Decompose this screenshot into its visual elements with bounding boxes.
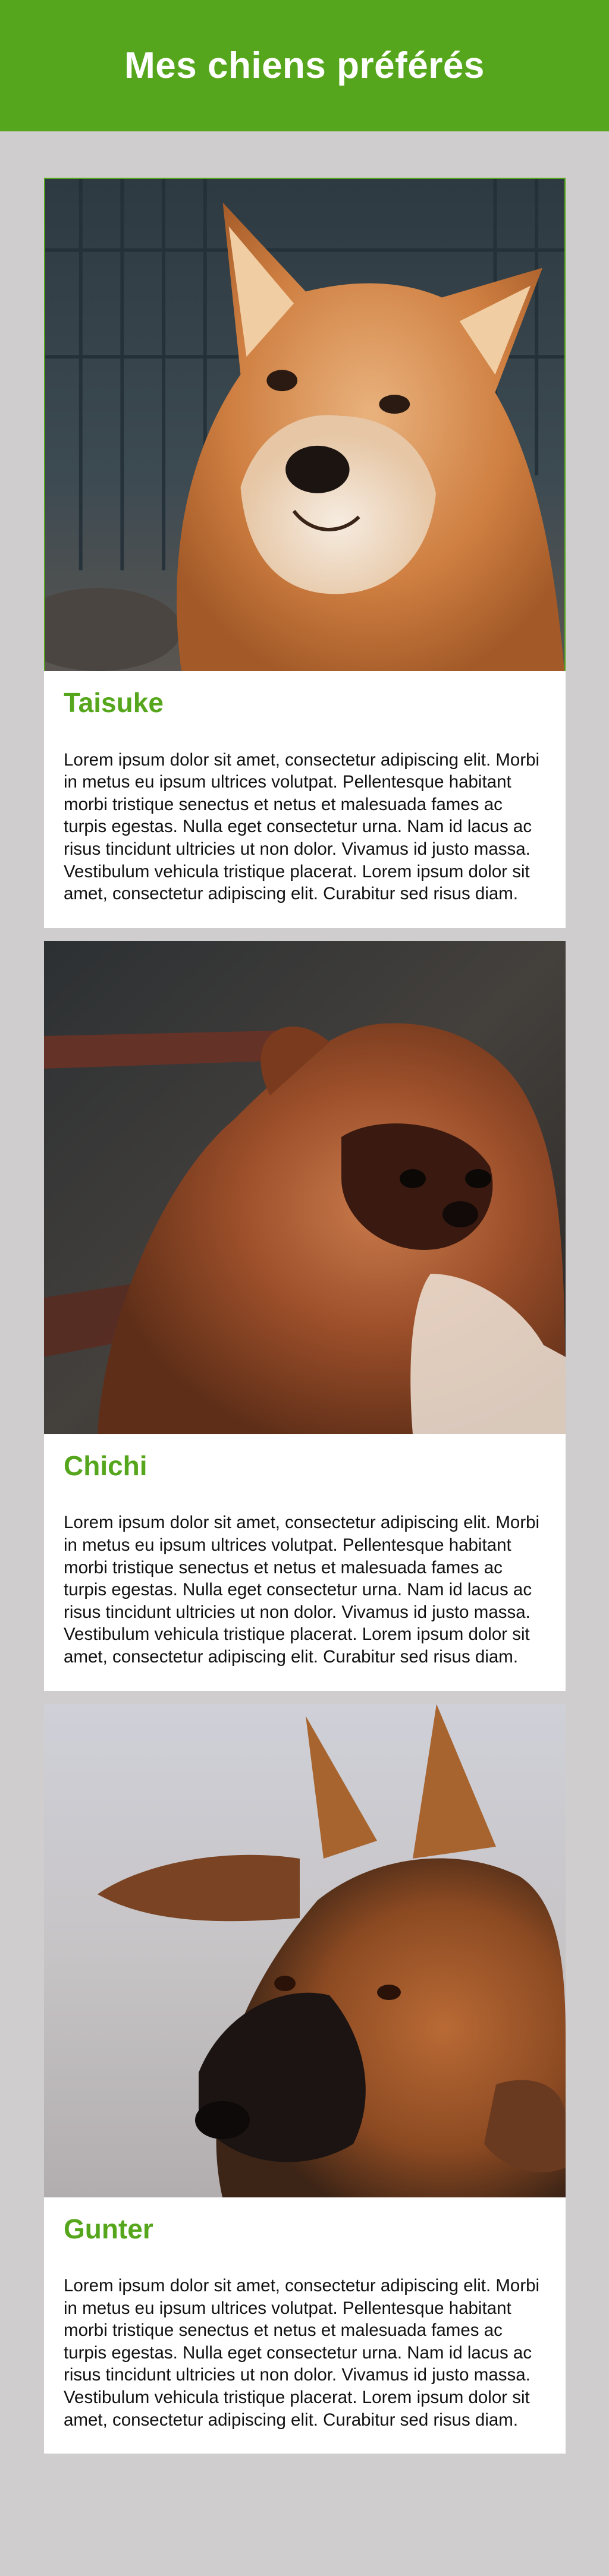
dog-card-body: Chichi Lorem ipsum dolor sit amet, conse… xyxy=(44,1434,566,1691)
dog-list: Taisuke Lorem ipsum dolor sit amet, cons… xyxy=(0,131,609,2498)
dog-description: Lorem ipsum dolor sit amet, consectetur … xyxy=(64,750,540,904)
dog-description: Lorem ipsum dolor sit amet, consectetur … xyxy=(64,1513,540,1667)
dog-card-gunter: Gunter Lorem ipsum dolor sit amet, conse… xyxy=(44,1703,566,2454)
dog-card-chichi: Chichi Lorem ipsum dolor sit amet, conse… xyxy=(44,940,566,1691)
page-title: Mes chiens préférés xyxy=(124,45,485,86)
site-header: Mes chiens préférés xyxy=(0,0,609,131)
dog-card-taisuke: Taisuke Lorem ipsum dolor sit amet, cons… xyxy=(44,178,566,928)
dog-name: Taisuke xyxy=(64,687,164,718)
dog-card-body: Taisuke Lorem ipsum dolor sit amet, cons… xyxy=(44,671,566,928)
pekingese-photo xyxy=(44,940,566,1434)
dog-name: Gunter xyxy=(64,2213,153,2244)
dog-description: Lorem ipsum dolor sit amet, consectetur … xyxy=(64,2276,540,2430)
german-shepherd-photo xyxy=(44,1703,566,2197)
shiba-inu-photo xyxy=(44,178,566,671)
dog-name: Chichi xyxy=(64,1450,147,1481)
dog-card-body: Gunter Lorem ipsum dolor sit amet, conse… xyxy=(44,2197,566,2454)
